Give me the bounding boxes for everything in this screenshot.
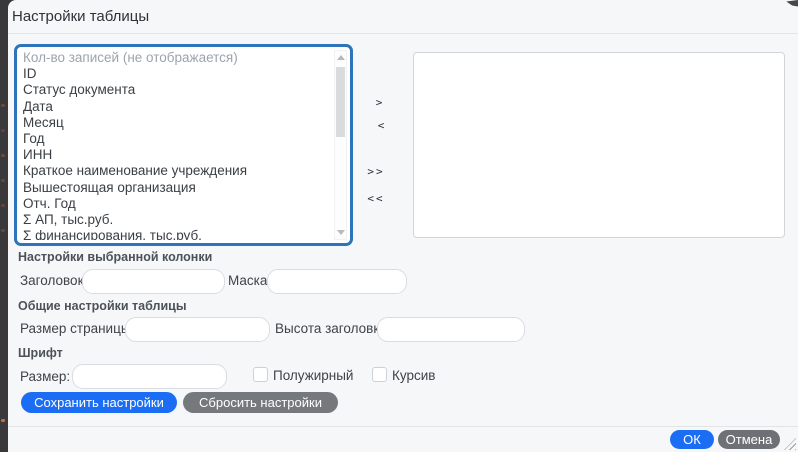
italic-checkbox[interactable] — [372, 367, 387, 382]
list-item: Кол-во записей (не отображается) — [21, 50, 331, 66]
list-item[interactable]: Статус документа — [21, 82, 331, 98]
scroll-down-icon[interactable] — [337, 230, 345, 235]
available-columns-listbox[interactable]: Кол-во записей (не отображается) ID Стат… — [14, 44, 353, 246]
list-item[interactable]: Вышестоящая организация — [21, 180, 331, 196]
footer-divider — [8, 426, 798, 427]
move-right-button[interactable]: > — [367, 95, 391, 110]
cancel-button[interactable]: Отмена — [718, 430, 780, 449]
list-item[interactable]: Σ финансирования, тыс.руб. — [21, 228, 331, 240]
save-settings-button[interactable]: Сохранить настройки — [21, 392, 177, 413]
bold-checkbox[interactable] — [253, 367, 268, 382]
reset-settings-button[interactable]: Сбросить настройки — [183, 392, 338, 413]
mask-label: Маска: — [228, 273, 271, 288]
list-item[interactable]: Дата — [21, 99, 331, 115]
move-all-left-button[interactable]: << — [364, 191, 388, 206]
background-artifact — [1, 419, 5, 422]
general-section-heading: Общие настройки таблицы — [18, 299, 187, 313]
list-item[interactable]: Σ АП, тыс.руб. — [21, 212, 331, 228]
move-left-button[interactable]: < — [369, 118, 393, 133]
background-artifact — [1, 154, 5, 157]
list-item[interactable]: Год — [21, 131, 331, 147]
background-artifact — [1, 204, 5, 207]
scroll-up-icon[interactable] — [337, 55, 345, 60]
list-item[interactable]: Краткое наименование учреждения — [21, 163, 331, 179]
mask-input[interactable] — [267, 269, 407, 294]
font-size-input[interactable] — [72, 364, 227, 389]
header-height-label: Высота заголовка: — [275, 321, 391, 336]
font-size-label: Размер: — [20, 369, 70, 384]
dialog-title-bar: Настройки таблицы — [8, 0, 798, 34]
table-settings-dialog: Настройки таблицы Кол-во записей (не ото… — [8, 0, 798, 452]
italic-checkbox-label[interactable]: Курсив — [392, 368, 435, 383]
page-size-label: Размер страницы: — [20, 321, 134, 336]
move-all-right-button[interactable]: >> — [364, 164, 388, 179]
font-section-heading: Шрифт — [18, 346, 63, 360]
header-height-input[interactable] — [377, 317, 525, 342]
vertical-scrollbar[interactable] — [334, 50, 347, 240]
background-artifact — [1, 104, 5, 107]
background-artifact — [1, 179, 5, 182]
scrollbar-thumb[interactable] — [336, 67, 345, 137]
dialog-title: Настройки таблицы — [12, 8, 149, 25]
ok-button[interactable]: ОК — [670, 430, 714, 449]
selected-columns-listbox[interactable] — [413, 52, 785, 238]
page-size-input[interactable] — [125, 317, 270, 342]
resize-grip[interactable] — [784, 438, 796, 450]
list-item[interactable]: ID — [21, 66, 331, 82]
list-item[interactable]: ИНН — [21, 147, 331, 163]
selected-column-section-heading: Настройки выбранной колонки — [18, 250, 212, 264]
bold-checkbox-label[interactable]: Полужирный — [273, 368, 353, 383]
list-item[interactable]: Отч. Год — [21, 196, 331, 212]
list-item[interactable]: Месяц — [21, 115, 331, 131]
background-artifact — [1, 229, 5, 232]
header-input[interactable] — [82, 269, 225, 294]
header-label: Заголовок: — [20, 273, 87, 288]
available-columns-items: Кол-во записей (не отображается) ID Стат… — [21, 50, 331, 240]
background-artifact — [1, 129, 5, 132]
